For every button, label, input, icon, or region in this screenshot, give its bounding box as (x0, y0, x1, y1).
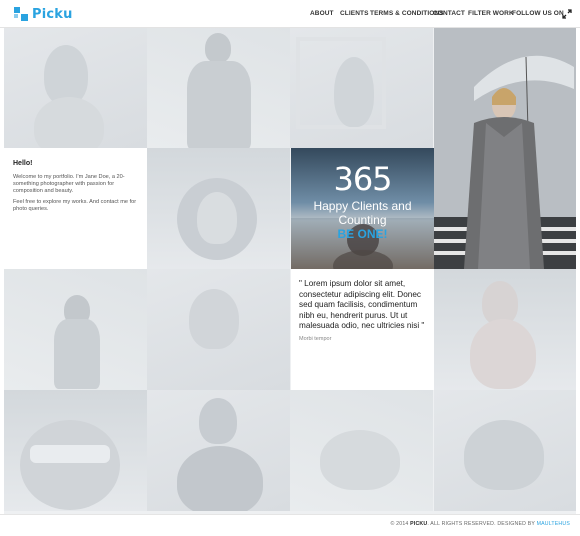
clients-count: 365 (333, 160, 392, 198)
footer-copyright: © 2014 PICKU. ALL RIGHTS RESERVED. DESIG… (391, 521, 571, 527)
footer-brand: PICKU (410, 521, 428, 527)
portfolio-photo[interactable] (434, 269, 576, 390)
featured-photo[interactable] (434, 27, 576, 269)
intro-panel: Hello! Welcome to my portfolio. I'm Jane… (4, 148, 147, 269)
counter-caption: Happy Clients and (313, 199, 412, 213)
portfolio-photo[interactable] (434, 390, 576, 511)
expand-arrows-icon[interactable] (562, 9, 572, 19)
logo[interactable]: Picku (14, 6, 73, 22)
footer-year: © 2014 (390, 521, 409, 527)
site-footer: © 2014 PICKU. ALL RIGHTS RESERVED. DESIG… (0, 514, 580, 536)
testimonial-author: Morbi tempor (299, 336, 332, 342)
nav-clients[interactable]: CLIENTS (340, 10, 369, 17)
portfolio-photo[interactable] (4, 390, 147, 511)
site-header: Picku ABOUT CLIENTS TERMS & CONDITIONS C… (0, 0, 580, 28)
portfolio-photo[interactable] (147, 148, 290, 269)
portfolio-photo[interactable] (147, 390, 290, 511)
portfolio-photo[interactable] (4, 27, 147, 148)
portfolio-photo[interactable] (147, 269, 290, 390)
logo-icon (14, 7, 28, 21)
intro-paragraph: Welcome to my portfolio. I'm Jane Doe, a… (13, 174, 125, 194)
footer-designer-link[interactable]: MAULTEHUS (537, 521, 570, 527)
counter-caption: Counting (338, 213, 387, 227)
nav-follow-us[interactable]: FOLLOW US ON (512, 10, 564, 17)
testimonial-quote: " Lorem ipsum dolor sit amet, consectetu… (299, 279, 425, 330)
featured-photo-illustration (434, 27, 576, 269)
be-one-link[interactable]: BE ONE! (291, 227, 434, 241)
footer-rights: . ALL RIGHTS RESERVED. DESIGNED BY (427, 521, 535, 527)
nav-contact[interactable]: CONTACT (433, 10, 465, 17)
nav-filter-work[interactable]: FILTER WORK (468, 10, 514, 17)
portfolio-photo[interactable] (290, 390, 433, 511)
portfolio-photo[interactable] (290, 27, 433, 148)
clients-counter-panel: 365 Happy Clients and Counting BE ONE! (291, 148, 434, 269)
portfolio-photo[interactable] (147, 27, 290, 148)
testimonial-panel: " Lorem ipsum dolor sit amet, consectetu… (291, 269, 434, 390)
logo-text: Picku (32, 6, 73, 22)
intro-title: Hello! (13, 160, 33, 167)
intro-paragraph: Feel free to explore my works. And conta… (13, 199, 137, 212)
portfolio-photo[interactable] (4, 269, 147, 390)
nav-about[interactable]: ABOUT (310, 10, 334, 17)
